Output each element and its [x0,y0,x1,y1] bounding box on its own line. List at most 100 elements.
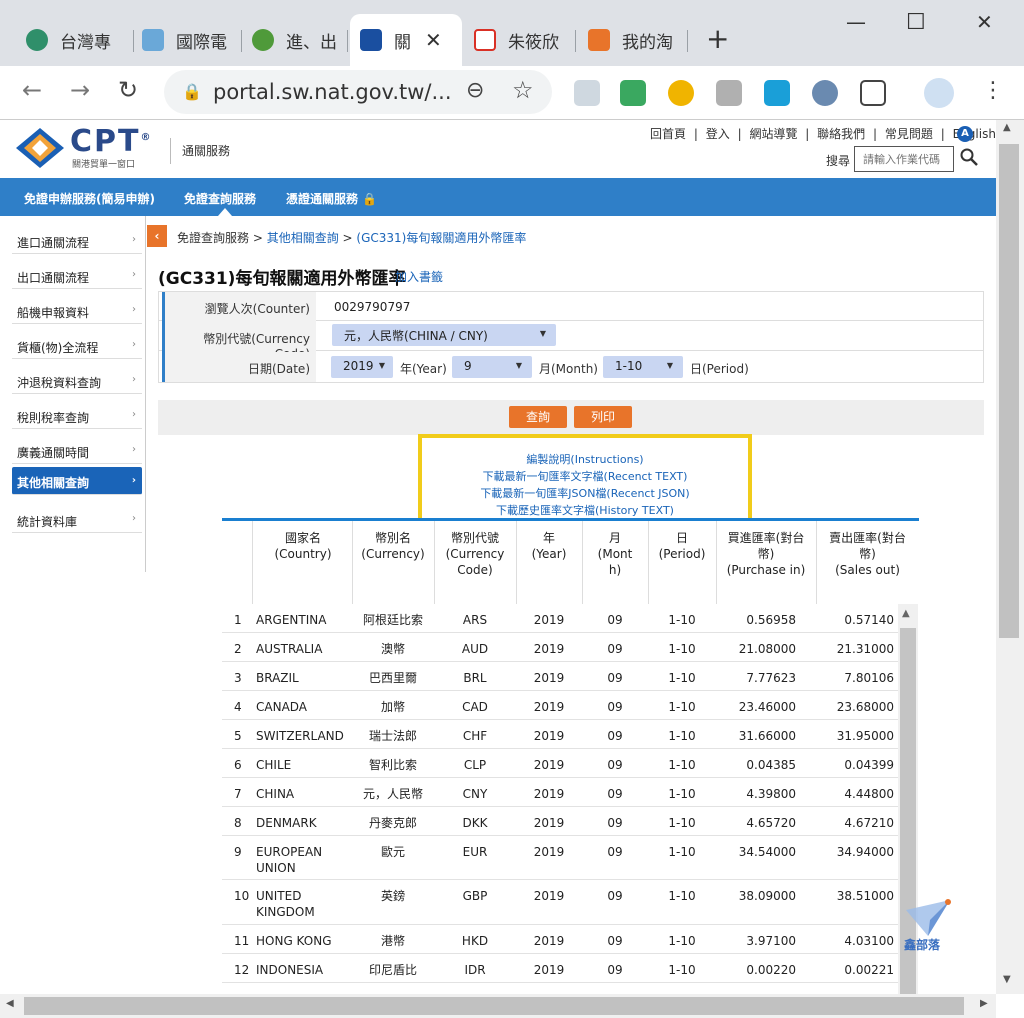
recent-json-link[interactable]: 下載最新一旬匯率JSON檔(Recenct JSON) [418,485,752,501]
forward-button[interactable]: → [70,76,90,104]
column-header-country[interactable]: 國家名 (Country) [254,530,352,562]
search-icon[interactable] [960,148,978,171]
nav-item-query[interactable]: 免證查詢服務 [184,190,256,207]
browser-tab[interactable]: 朱筱欣 [464,14,576,66]
currency-select[interactable]: 元，人民幣(CHINA / CNY) ▼ [332,324,556,346]
month-select[interactable]: 9 ▼ [452,356,532,378]
column-header-currency[interactable]: 幣別名 (Currency) [352,530,434,562]
sidebar-item-export[interactable]: 出口通關流程 › [12,255,142,289]
divider [170,138,171,164]
extension-icon[interactable] [812,80,838,106]
scroll-down-icon[interactable]: ▼ [1003,974,1011,985]
browser-tab[interactable]: 國際電 [132,14,242,66]
screenshot-icon[interactable] [860,80,886,106]
breadcrumb-level2[interactable]: 其他相關查詢 [267,231,339,245]
instructions-link[interactable]: 編製說明(Instructions) [418,451,752,467]
tab-favicon-icon [142,29,164,51]
browser-tab-active[interactable]: 關 ✕ [350,14,462,66]
tab-favicon-icon [252,29,274,51]
add-bookmark-link[interactable]: 加入書籤 [395,268,443,285]
scroll-right-icon[interactable]: ▶ [980,998,988,1009]
page-title: (GC331)每旬報關適用外幣匯率 [158,269,406,289]
chevron-down-icon: ▼ [515,361,522,370]
service-name: 通關服務 [182,144,231,158]
browser-tab[interactable]: 進、出 [242,14,348,66]
lock-icon[interactable]: 🔒 [182,82,202,101]
bookmark-star-icon[interactable]: ☆ [512,76,534,104]
reload-button[interactable]: ↻ [118,76,138,104]
sidebar-item-clearance-time[interactable]: 廣義通關時間 › [12,430,142,464]
cpt-logo-icon[interactable] [16,128,64,168]
table-row: 4 CANADA 加幣 CAD 2019 09 1-10 23.46000 23… [222,691,898,720]
table-row: 10 UNITED KINGDOM 英鎊 GBP 2019 09 1-10 38… [222,880,898,925]
window-close-button[interactable]: ✕ [976,10,993,34]
logo-text[interactable]: CPT® [70,124,152,159]
url-text[interactable]: portal.sw.nat.gov.tw/... [213,80,452,104]
tab-title: 朱筱欣 [508,32,559,53]
table-row: 1 ARGENTINA 阿根廷比索 ARS 2019 09 1-10 0.569… [222,604,898,633]
page-scrollbar-thumb[interactable] [999,144,1019,638]
nav-item-simple-apply[interactable]: 免證申辦服務(簡易申辦) [24,190,155,207]
button-bar [158,400,984,435]
sitemap-link[interactable]: 網站導覽 [749,127,797,141]
sidebar-item-import[interactable]: 進口通關流程 › [12,220,142,254]
column-header-code[interactable]: 幣別代號 (Currency Code) [434,530,516,578]
breadcrumb-current[interactable]: (GC331)每旬報關適用外幣匯率 [356,231,526,245]
tab-title: 台灣專 [60,32,111,53]
chevron-right-icon: › [131,475,136,486]
new-tab-button[interactable]: + [706,22,729,55]
year-unit: 年(Year) [400,362,447,376]
scroll-up-icon[interactable]: ▲ [902,608,910,619]
period-select[interactable]: 1-10 ▼ [603,356,683,378]
scroll-up-icon[interactable]: ▲ [1003,122,1011,133]
accessibility-icon[interactable]: A [957,126,973,142]
scroll-left-icon[interactable]: ◀ [6,998,14,1009]
login-link[interactable]: 登入 [706,127,730,141]
column-header-sell[interactable]: 賣出匯率(對台 幣) (Sales out) [816,530,919,578]
query-button[interactable]: 查詢 [509,406,567,428]
sidebar-item-tariff[interactable]: 稅則稅率查詢 › [12,395,142,429]
column-header-buy[interactable]: 買進匯率(對台 幣) (Purchase in) [716,530,816,578]
column-header-period[interactable]: 日 (Period) [648,530,716,562]
browser-tab[interactable]: 我的淘 [578,14,688,66]
breadcrumb-home[interactable]: 免證查詢服務 [177,231,249,245]
breadcrumb: 免證查詢服務 > 其他相關查詢 > (GC331)每旬報關適用外幣匯率 [177,231,527,245]
contact-link[interactable]: 聯絡我們 [817,127,865,141]
sidebar-item-statistics[interactable]: 統計資料庫 › [12,499,142,533]
column-header-month[interactable]: 月 (Mont h) [582,530,648,578]
sidebar-item-container[interactable]: 貨櫃(物)全流程 › [12,325,142,359]
browser-menu-icon[interactable]: ⋮ [982,78,1004,103]
sidebar-item-other-queries[interactable]: 其他相關查詢 › [12,467,142,495]
chevron-right-icon: › [132,304,136,315]
extension-icon[interactable] [668,80,694,106]
history-text-link[interactable]: 下載歷史匯率文字檔(History TEXT) [418,502,752,518]
minimize-button[interactable]: — [846,10,866,34]
profile-avatar[interactable] [924,78,954,108]
extension-icon[interactable] [620,80,646,106]
currency-label: 幣別代號(Currency Code) [162,322,316,361]
breadcrumb-back-button[interactable]: ‹ [147,225,167,247]
recent-text-link[interactable]: 下載最新一旬匯率文字檔(Recenct TEXT) [418,468,752,484]
extension-icon[interactable] [764,80,790,106]
period-unit: 日(Period) [690,362,749,376]
sidebar-item-vessel[interactable]: 船機申報資料 › [12,290,142,324]
zoom-icon[interactable]: ⊖ [466,78,484,103]
search-input[interactable] [854,146,954,172]
home-link[interactable]: 回首頁 [650,127,686,141]
browser-tab[interactable]: 台灣專 [16,14,134,66]
nav-item-cert-clearance[interactable]: 憑證通關服務 🔒 [286,190,377,207]
extension-icon[interactable] [716,80,742,106]
back-button[interactable]: ← [22,76,42,104]
column-header-year[interactable]: 年 (Year) [516,530,582,562]
maximize-button[interactable]: ☐ [906,10,926,35]
year-select[interactable]: 2019 ▼ [331,356,393,378]
table-row: 6 CHILE 智利比索 CLP 2019 09 1-10 0.04385 0.… [222,749,898,778]
extension-icon[interactable] [574,80,600,106]
chevron-down-icon: ▼ [666,361,673,370]
top-links: 回首頁 | 登入 | 網站導覽 | 聯絡我們 | 常見問題 | English [650,127,996,141]
faq-link[interactable]: 常見問題 [885,127,933,141]
horizontal-scrollbar-thumb[interactable] [24,997,964,1015]
print-button[interactable]: 列印 [574,406,632,428]
sidebar-item-drawback[interactable]: 沖退稅資料查詢 › [12,360,142,394]
tab-close-icon[interactable]: ✕ [425,28,442,52]
